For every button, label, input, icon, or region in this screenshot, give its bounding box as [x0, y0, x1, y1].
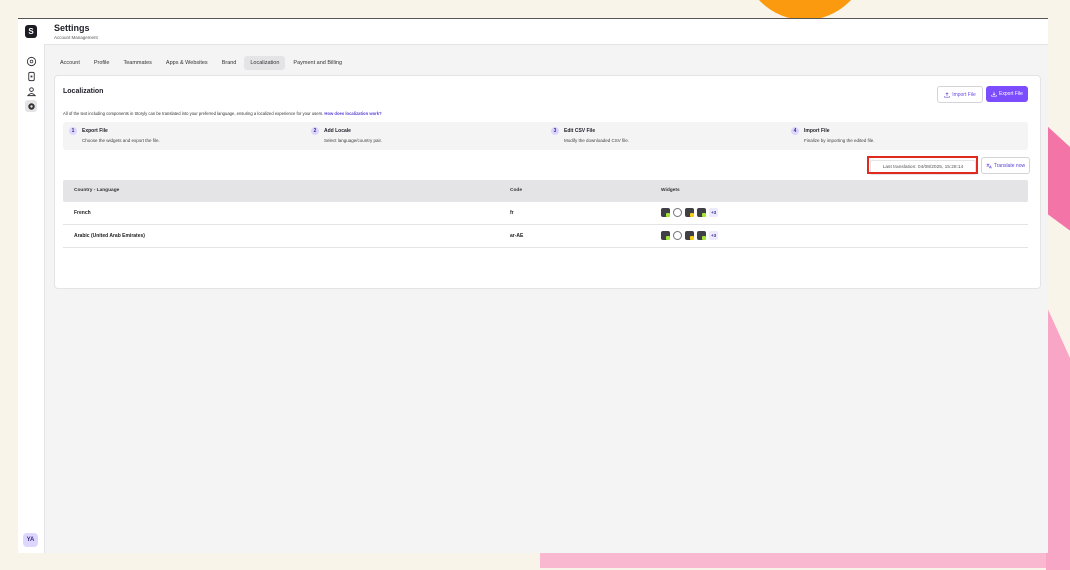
step-number: 4: [791, 127, 799, 135]
locales-table: Country - Language Code Widgets French f…: [63, 180, 1028, 248]
widget-more-badge[interactable]: +3: [709, 231, 719, 240]
header-code: Code: [510, 188, 522, 193]
table-header: Country - Language Code Widgets: [63, 180, 1028, 202]
step-title: Add Locale: [324, 128, 351, 134]
user-icon[interactable]: [25, 85, 37, 97]
app-window: S YA Settings Account Management Account…: [18, 18, 1048, 553]
avatar[interactable]: YA: [23, 533, 38, 547]
decor-pink-shape: [1046, 125, 1070, 235]
sidebar: S YA: [18, 19, 45, 553]
page-header: Settings Account Management: [44, 19, 1048, 45]
widget-icon: [661, 208, 670, 217]
device-icon[interactable]: [25, 70, 37, 82]
step-desc: Choose the widgets and export the file.: [82, 138, 160, 143]
table-row[interactable]: French fr +3: [63, 202, 1028, 225]
widget-icon: [673, 208, 682, 217]
step-number: 2: [311, 127, 319, 135]
header-widgets: Widgets: [661, 188, 680, 193]
settings-tabs: Account Profile Teammates Apps & Website…: [54, 56, 348, 70]
tab-teammates[interactable]: Teammates: [117, 56, 157, 70]
widget-icon: [697, 208, 706, 217]
localization-help-link[interactable]: How does localization work?: [324, 111, 381, 116]
widget-icon: [661, 231, 670, 240]
tab-apps-websites[interactable]: Apps & Websites: [160, 56, 214, 70]
export-file-label: Export File: [999, 91, 1023, 97]
step-desc: Select language/country pair.: [324, 138, 383, 143]
locale-name: Arabic (United Arab Emirates): [74, 233, 145, 239]
card-title: Localization: [63, 88, 104, 95]
widget-icon: [685, 231, 694, 240]
step-number: 3: [551, 127, 559, 135]
locale-name: French: [74, 210, 91, 216]
tab-brand[interactable]: Brand: [216, 56, 243, 70]
import-file-label: Import File: [952, 91, 976, 98]
step-title: Import File: [804, 128, 830, 134]
highlight-box: [867, 156, 978, 174]
step-desc: Finalize by importing the edited file.: [804, 138, 875, 143]
widget-icon: [673, 231, 682, 240]
table-row[interactable]: Arabic (United Arab Emirates) ar-AE +3: [63, 225, 1028, 248]
localization-card: Localization Import File Export File All…: [54, 75, 1041, 289]
translate-now-label: Translate now: [993, 162, 1026, 169]
localization-description: All of the text including components in …: [63, 111, 382, 116]
tab-account[interactable]: Account: [54, 56, 86, 70]
step-title: Export File: [82, 128, 108, 134]
step-desc: Modify the downloaded CSV file.: [564, 138, 630, 143]
step-number: 1: [69, 127, 77, 135]
locale-code: fr: [510, 210, 514, 216]
widget-icon: [685, 208, 694, 217]
widget-more-badge[interactable]: +3: [709, 208, 719, 217]
app-logo[interactable]: S: [25, 25, 37, 38]
tab-localization[interactable]: Localization: [244, 56, 286, 70]
widget-icons: +3: [661, 231, 719, 240]
tab-profile[interactable]: Profile: [88, 56, 116, 70]
header-country-language: Country - Language: [74, 188, 120, 193]
decor-pink-shape-2: [1046, 305, 1070, 570]
upload-icon: [944, 91, 950, 98]
locale-code: ar-AE: [510, 233, 524, 239]
widget-icon: [697, 231, 706, 240]
download-icon: [991, 91, 997, 97]
decor-orange-shape: [742, 0, 868, 20]
step-title: Edit CSV File: [564, 128, 596, 134]
steps-panel: 1 Export File Choose the widgets and exp…: [63, 122, 1028, 150]
import-file-button[interactable]: Import File: [937, 86, 983, 103]
translate-icon: [986, 163, 992, 169]
page-subtitle: Account Management: [54, 35, 98, 40]
palette-icon[interactable]: [25, 55, 37, 67]
tab-payment-billing[interactable]: Payment and Billing: [287, 56, 348, 70]
description-text: All of the text including components in …: [63, 111, 324, 116]
widget-icons: +3: [661, 208, 719, 217]
settings-gear-icon[interactable]: [25, 100, 37, 112]
translate-now-button[interactable]: Translate now: [981, 157, 1030, 174]
export-file-button[interactable]: Export File: [986, 86, 1028, 102]
page-title: Settings: [54, 23, 90, 33]
